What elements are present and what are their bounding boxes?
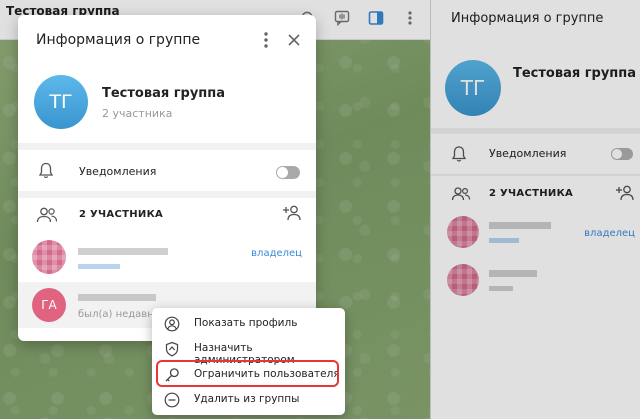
highlight-annotation (156, 360, 339, 387)
member-status-blurred (78, 264, 120, 269)
more-vertical-icon[interactable] (258, 30, 274, 50)
add-member-icon[interactable] (282, 204, 302, 226)
member-last-seen: был(а) недавно (78, 309, 160, 320)
close-icon[interactable] (284, 30, 304, 50)
menu-item-make-admin[interactable]: Назначить администратором (152, 337, 345, 366)
member-name-blurred (78, 294, 156, 301)
menu-item-label: Показать профиль (194, 317, 298, 329)
group-info-dialog: Информация о группе ТГ Тестовая группа 2… (18, 15, 316, 341)
divider (18, 191, 316, 198)
members-count-label: 2 УЧАСТНИКА (79, 209, 164, 220)
divider (18, 143, 316, 150)
remove-icon (164, 392, 180, 408)
owner-label: владелец (251, 248, 302, 259)
notifications-label: Уведомления (79, 165, 157, 178)
member-avatar-blurred (32, 240, 66, 274)
dialog-title: Информация о группе (36, 32, 201, 48)
member-context-menu: Показать профиль Назначить администратор… (152, 308, 345, 415)
shield-icon (164, 341, 180, 357)
menu-item-remove-from-group[interactable]: Удалить из группы (152, 388, 345, 412)
member-name-blurred (78, 248, 168, 255)
profile-icon (164, 316, 180, 332)
notifications-row[interactable]: Уведомления (18, 153, 316, 191)
group-avatar: ТГ (34, 75, 88, 129)
menu-item-label: Удалить из группы (194, 393, 300, 405)
member-avatar: ГА (32, 288, 66, 322)
bell-icon (38, 161, 54, 185)
member-count: 2 участника (102, 107, 173, 120)
members-icon (36, 206, 58, 228)
menu-item-show-profile[interactable]: Показать профиль (152, 312, 345, 336)
notifications-toggle[interactable] (276, 166, 300, 179)
dialog-profile: ТГ Тестовая группа 2 участника (18, 65, 316, 147)
group-name: Тестовая группа (102, 86, 226, 101)
